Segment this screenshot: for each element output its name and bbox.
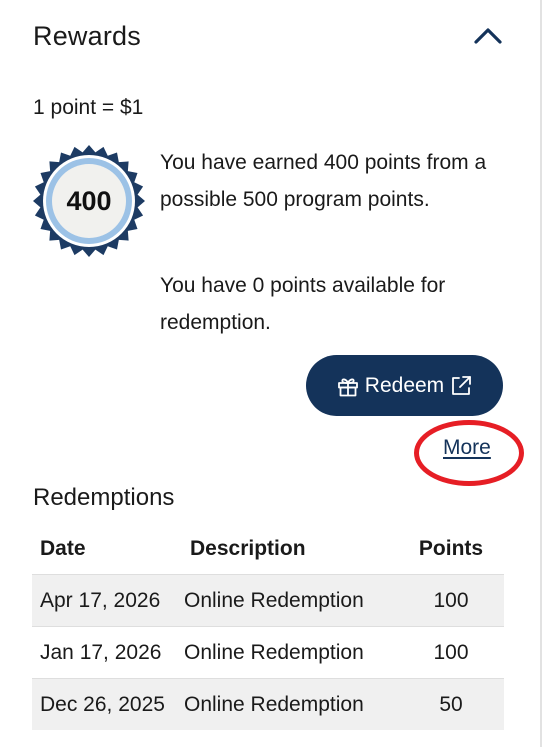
earned-points-text: You have earned 400 points from a possib…	[160, 151, 487, 211]
column-header-points: Points	[418, 537, 484, 560]
table-row: Dec 26, 2025 Online Redemption 50	[32, 678, 504, 730]
row-description: Online Redemption	[182, 626, 398, 679]
more-link[interactable]: More	[443, 436, 491, 460]
table-row: Jan 17, 2026 Online Redemption 100	[32, 626, 504, 679]
row-date: Apr 17, 2026	[32, 574, 182, 627]
table-row: Apr 17, 2026 Online Redemption 100	[32, 574, 504, 627]
chevron-up-icon	[474, 28, 502, 44]
row-points: 100	[398, 574, 504, 627]
row-points: 100	[398, 626, 504, 679]
row-description: Online Redemption	[182, 574, 398, 627]
row-description: Online Redemption	[182, 678, 398, 730]
row-date: Jan 17, 2026	[32, 626, 182, 679]
panel-title: Rewards	[33, 20, 141, 51]
gift-icon	[336, 374, 360, 398]
column-header-description: Description	[190, 537, 306, 560]
column-header-date: Date	[40, 537, 86, 560]
panel-border	[540, 0, 542, 747]
redemptions-table: Date Description Points Apr 17, 2026 Onl…	[32, 524, 504, 730]
redeem-button[interactable]: Redeem	[306, 355, 503, 416]
redeem-label: Redeem	[364, 373, 445, 397]
badge-value: 400	[66, 185, 112, 216]
available-points-text: You have 0 points available for redempti…	[160, 274, 446, 334]
row-date: Dec 26, 2025	[32, 678, 182, 730]
row-points: 50	[398, 678, 504, 730]
panel-header: Rewards	[33, 14, 508, 58]
redemptions-title: Redemptions	[33, 484, 175, 511]
table-header-row: Date Description Points	[32, 524, 504, 575]
points-badge: 400	[32, 144, 146, 258]
rewards-panel: Rewards 1 point = $1 400 You have earned…	[0, 0, 552, 747]
collapse-button[interactable]	[468, 16, 508, 56]
external-link-icon	[449, 374, 473, 398]
points-rate: 1 point = $1	[33, 96, 144, 119]
